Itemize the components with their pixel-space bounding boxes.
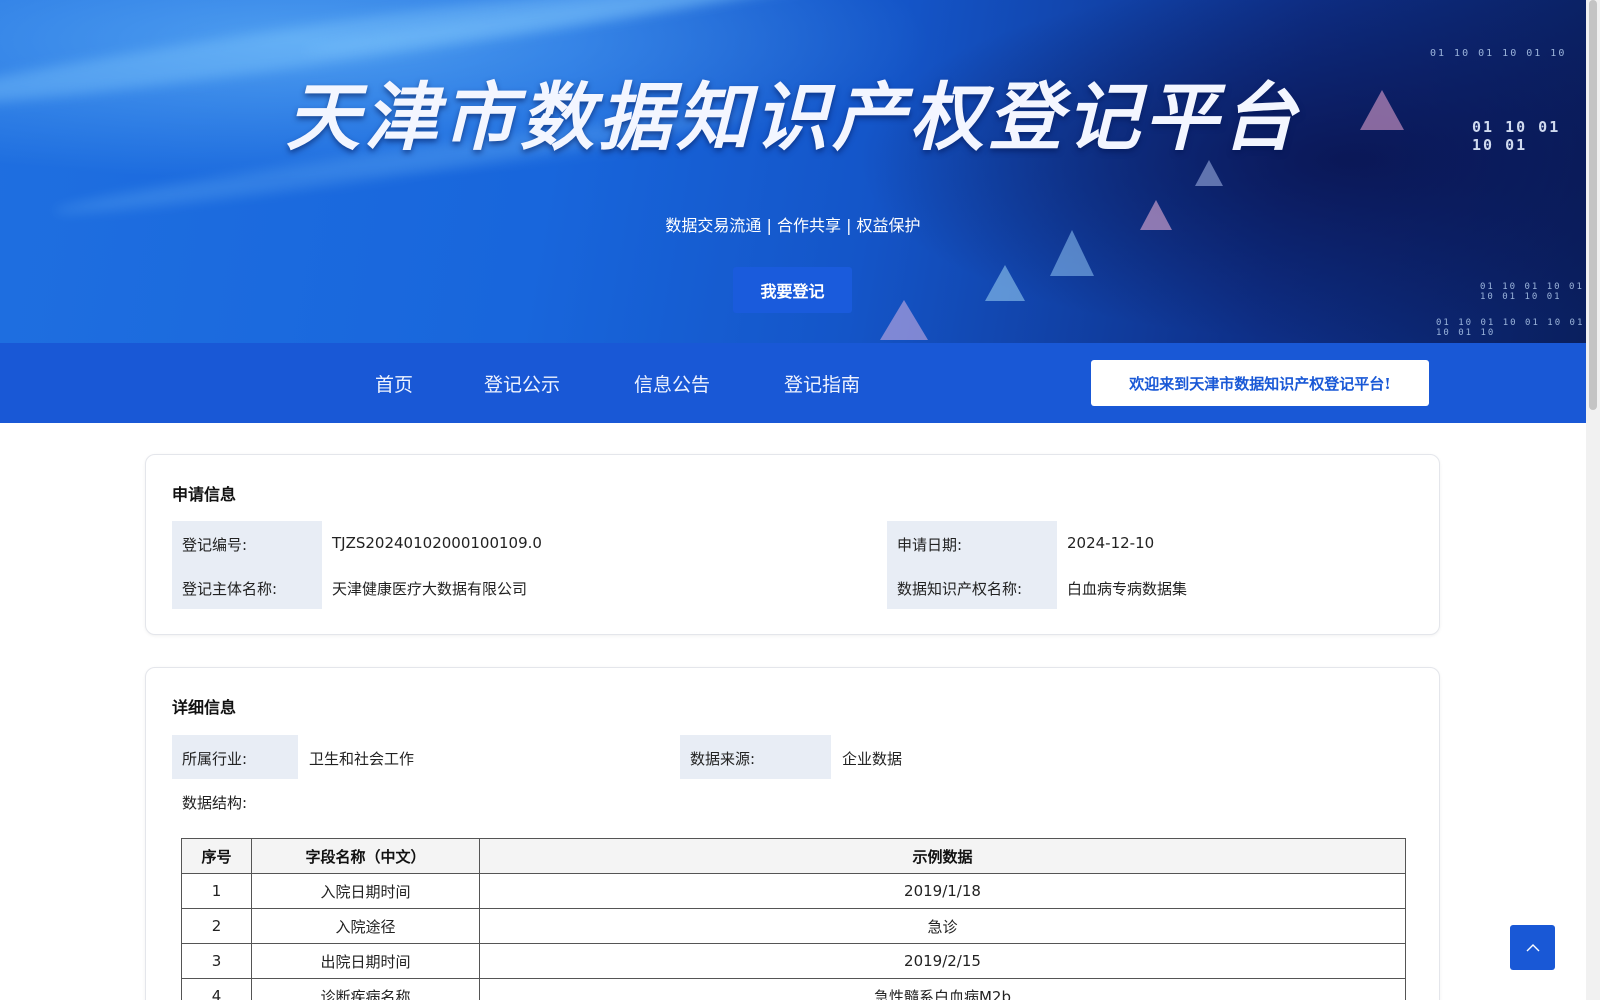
hero-subtitle: 数据交易流通 | 合作共享 | 权益保护 — [665, 216, 921, 235]
decor-triangle — [1050, 230, 1094, 276]
table-row: 4 诊断疾病名称 急性髓系白血病M2b — [181, 978, 1406, 1000]
nav-item-guide[interactable]: 登记指南 — [784, 370, 860, 397]
table-row: 1 入院日期时间 2019/1/18 — [181, 873, 1406, 909]
binary-decoration: 01 10 01 10 01 10 01 10 01 — [1480, 282, 1584, 302]
table-cell: 诊断疾病名称 — [251, 978, 480, 1000]
nav-item-home[interactable]: 首页 — [375, 370, 413, 397]
table-row: 2 入院途径 急诊 — [181, 908, 1406, 944]
structure-label: 数据结构: — [182, 794, 248, 812]
back-to-top-button[interactable] — [1510, 925, 1555, 970]
binary-decoration: 01 10 01 10 01 10 01 10 01 10 — [1436, 318, 1585, 338]
reg-no-label: 登记编号: — [182, 536, 248, 554]
source-value: 企业数据 — [842, 750, 903, 768]
main-nav: 首页 登记公示 信息公告 登记指南 欢迎来到天津市数据知识产权登记平台! — [0, 343, 1586, 423]
page-title: 天津市数据知识产权登记平台 — [286, 75, 1300, 161]
column-header: 序号 — [181, 838, 252, 874]
table-cell: 1 — [181, 873, 252, 909]
table-cell: 2019/2/15 — [479, 943, 1406, 979]
subject-label: 登记主体名称: — [182, 580, 278, 598]
table-row: 3 出院日期时间 2019/2/15 — [181, 943, 1406, 979]
chevron-up-icon — [1526, 944, 1539, 952]
table-cell: 2019/1/18 — [479, 873, 1406, 909]
card-title: 申请信息 — [172, 485, 237, 504]
ip-name-label: 数据知识产权名称: — [897, 580, 1023, 598]
source-label: 数据来源: — [690, 750, 756, 768]
table-cell: 入院日期时间 — [251, 873, 480, 909]
industry-value: 卫生和社会工作 — [309, 750, 415, 768]
table-cell: 入院途径 — [251, 908, 480, 944]
table-cell: 4 — [181, 978, 252, 1000]
register-button[interactable]: 我要登记 — [733, 267, 852, 313]
table-cell: 急性髓系白血病M2b — [479, 978, 1406, 1000]
table-cell: 3 — [181, 943, 252, 979]
page-scrollbar[interactable] — [1586, 0, 1600, 1000]
application-info-card: 申请信息 登记编号: TJZS20240102000100109.0 登记主体名… — [145, 454, 1440, 635]
data-structure-table: 序号 字段名称（中文） 示例数据 1 入院日期时间 2019/1/18 2 入院… — [181, 838, 1406, 1000]
detail-info-card: 详细信息 所属行业: 卫生和社会工作 数据来源: 企业数据 数据结构: 序号 字… — [145, 667, 1440, 1000]
industry-label: 所属行业: — [182, 750, 248, 768]
card-title: 详细信息 — [172, 698, 237, 717]
date-label: 申请日期: — [897, 536, 963, 554]
nav-item-announcements[interactable]: 信息公告 — [634, 370, 710, 397]
hero-banner: 01 10 01 10 01 10 01 10 01 10 01 01 10 0… — [0, 0, 1586, 343]
ip-name-value: 白血病专病数据集 — [1067, 580, 1188, 598]
subject-value: 天津健康医疗大数据有限公司 — [332, 580, 528, 598]
table-cell: 急诊 — [479, 908, 1406, 944]
reg-no-value: TJZS20240102000100109.0 — [332, 534, 542, 552]
column-header: 字段名称（中文） — [251, 838, 480, 874]
table-cell: 2 — [181, 908, 252, 944]
decor-triangle — [985, 265, 1025, 301]
table-header-row: 序号 字段名称（中文） 示例数据 — [181, 838, 1406, 874]
nav-item-registration-publicity[interactable]: 登记公示 — [484, 370, 560, 397]
scrollbar-thumb[interactable] — [1589, 0, 1597, 410]
decor-triangle — [880, 300, 928, 340]
date-value: 2024-12-10 — [1067, 534, 1155, 552]
welcome-banner: 欢迎来到天津市数据知识产权登记平台! — [1091, 360, 1429, 406]
table-cell: 出院日期时间 — [251, 943, 480, 979]
column-header: 示例数据 — [479, 838, 1406, 874]
